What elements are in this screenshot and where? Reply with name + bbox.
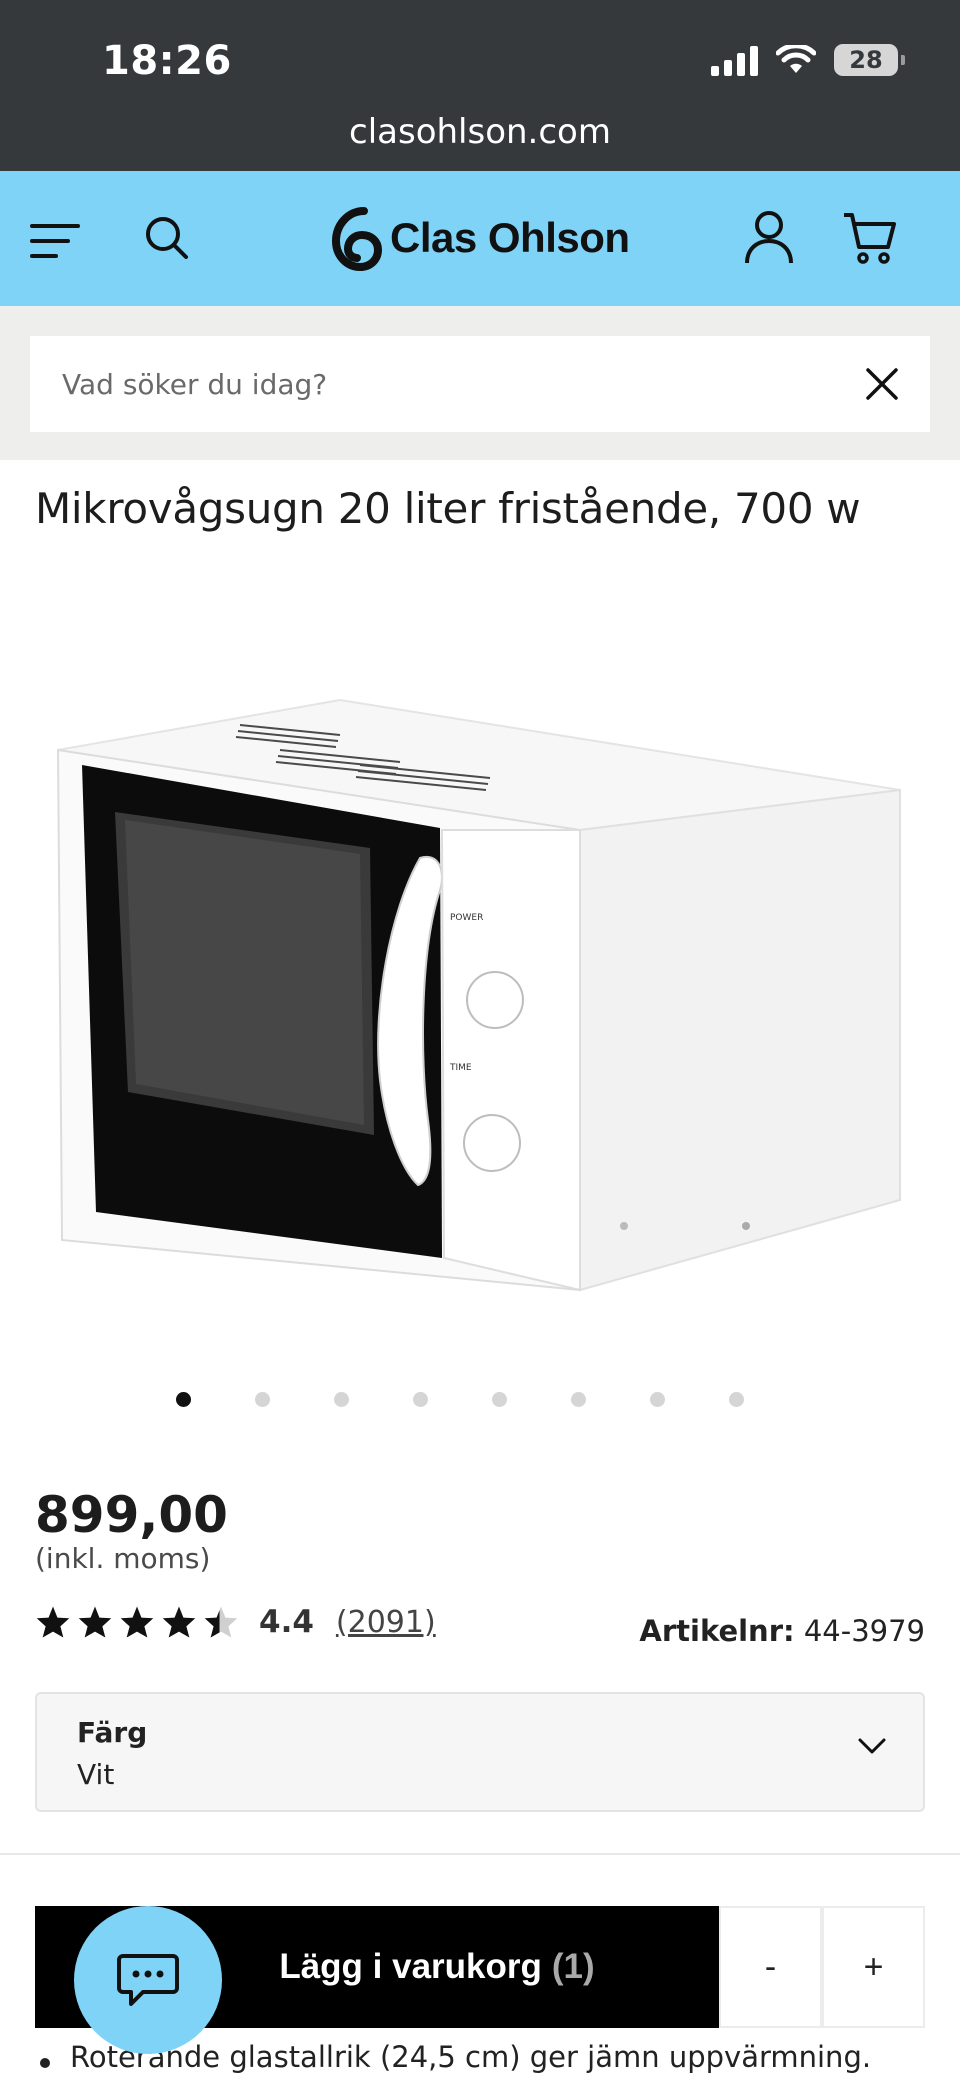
- gallery-dot[interactable]: [413, 1392, 428, 1407]
- article-label: Artikelnr:: [639, 1614, 795, 1648]
- review-count-link[interactable]: (2091): [336, 1605, 436, 1640]
- gallery-pagination: [0, 1392, 960, 1407]
- search-box: [30, 336, 930, 432]
- bullet-icon: [40, 2058, 50, 2068]
- close-icon[interactable]: [864, 366, 900, 402]
- color-select[interactable]: Färg Vit: [35, 1692, 925, 1812]
- article-number: Artikelnr: 44-3979: [639, 1614, 925, 1648]
- search-input[interactable]: [62, 367, 822, 401]
- price-vat-note: (inkl. moms): [35, 1542, 211, 1575]
- gallery-dot[interactable]: [176, 1392, 191, 1407]
- clas-ohlson-logo-icon: [331, 207, 382, 271]
- svg-text:TIME: TIME: [449, 1063, 472, 1073]
- gallery-dot[interactable]: [255, 1392, 270, 1407]
- gallery-dot[interactable]: [571, 1392, 586, 1407]
- star-icon: [78, 1606, 112, 1638]
- chat-icon: [117, 1954, 179, 2006]
- status-icons: 28: [711, 44, 905, 76]
- color-label: Färg: [77, 1716, 148, 1749]
- brand-logo[interactable]: Clas Ohlson: [330, 205, 630, 271]
- search-icon[interactable]: [144, 215, 190, 261]
- svg-text:POWER: POWER: [450, 913, 483, 923]
- status-time: 18:26: [102, 38, 232, 84]
- star-icon: [36, 1606, 70, 1638]
- star-icon: [120, 1606, 154, 1638]
- feature-item: Roterande glastallrik (24,5 cm) ger jämn…: [70, 2040, 872, 2074]
- quantity-plus-button[interactable]: +: [822, 1906, 925, 2028]
- article-value: 44-3979: [803, 1614, 925, 1648]
- account-icon[interactable]: [744, 209, 794, 265]
- add-to-cart-label: Lägg i varukorg: [279, 1947, 542, 1986]
- status-bar: 18:26 28 clasohlson.com: [0, 0, 960, 171]
- battery-icon: 28: [834, 44, 905, 76]
- microwave-image[interactable]: POWER TIME: [40, 680, 920, 1320]
- cart-icon[interactable]: [842, 211, 898, 265]
- rating-value: 4.4: [259, 1604, 314, 1640]
- cart-count: (1): [551, 1947, 595, 1986]
- address-bar[interactable]: clasohlson.com: [0, 112, 960, 152]
- rating-stars: [35, 1605, 239, 1639]
- gallery-dot[interactable]: [334, 1392, 349, 1407]
- signal-icon: [711, 44, 758, 76]
- chevron-down-icon: [858, 1738, 886, 1754]
- product-title: Mikrovågsugn 20 liter fristående, 700 w: [35, 484, 861, 533]
- star-icon: [162, 1606, 196, 1638]
- quantity-minus-button[interactable]: -: [719, 1906, 822, 2028]
- gallery-dot[interactable]: [729, 1392, 744, 1407]
- search-band: [0, 306, 960, 460]
- rating: 4.4 (2091): [35, 1604, 436, 1640]
- menu-icon[interactable]: [30, 221, 80, 261]
- chat-button[interactable]: [74, 1906, 222, 2054]
- wifi-icon: [776, 45, 816, 73]
- color-value: Vit: [77, 1758, 115, 1791]
- brand-name: Clas Ohlson: [390, 214, 630, 261]
- product-price: 899,00: [35, 1486, 228, 1544]
- gallery-dot[interactable]: [492, 1392, 507, 1407]
- gallery-dot[interactable]: [650, 1392, 665, 1407]
- site-header: Clas Ohlson: [0, 171, 960, 306]
- divider: [0, 1853, 960, 1855]
- star-half-icon: [204, 1606, 238, 1638]
